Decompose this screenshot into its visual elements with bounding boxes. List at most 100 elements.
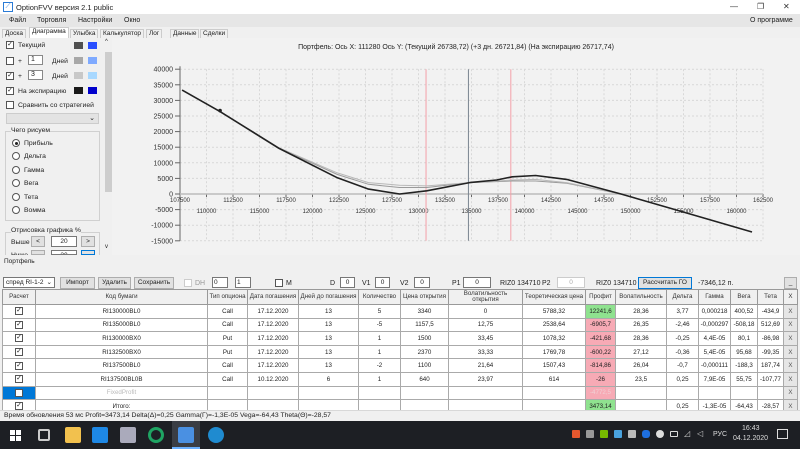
scroll-down-icon[interactable]: v [105,244,108,250]
d-input[interactable]: 0 [340,277,355,288]
tab-smile[interactable]: Улыбка [70,29,99,38]
tray-app-icon[interactable] [628,430,636,438]
clock-time[interactable]: 16:43 [742,425,760,432]
qlik-icon[interactable] [148,427,164,443]
delete-row-button[interactable]: X [783,385,798,401]
spin2-input[interactable]: 1 [235,277,251,288]
column-header[interactable]: Код бумаги [35,289,208,305]
dh-checkbox[interactable] [184,279,192,287]
column-header[interactable]: Гамма [698,289,731,305]
plus3-checkbox[interactable]: ✓ [6,72,14,80]
delete-row-button[interactable]: X [783,331,798,346]
radio-gamma[interactable] [12,166,20,174]
table-row[interactable]: ✓ RI137500BL0 Call 17.12.2020 13 -2 1100 21,64 1… [2,358,798,373]
scrollbar-thumb[interactable] [105,52,112,192]
column-header[interactable]: Количество [358,289,401,305]
column-header[interactable]: Волатильность [615,289,667,305]
radio-theta[interactable] [12,193,20,201]
color-swatch[interactable] [88,42,97,49]
maximize-icon[interactable]: ❐ [757,2,764,11]
color-swatch[interactable] [74,42,83,49]
delete-row-button[interactable]: X [783,358,798,373]
menu-file[interactable]: Файл [9,17,26,24]
calc-checkbox[interactable]: ✓ [15,375,23,384]
days3-input[interactable]: 3 [28,70,43,80]
column-header[interactable]: Теоретическая цена [522,289,586,305]
color-swatch[interactable] [88,87,97,94]
delete-button[interactable]: Удалить [98,277,131,289]
tray-app-icon[interactable] [586,430,594,438]
calc-checkbox[interactable] [15,388,23,397]
delete-row-button[interactable]: X [783,304,798,319]
tab-deals[interactable]: Сделки [200,29,229,38]
radio-delta[interactable] [12,152,20,160]
mail-icon[interactable] [92,427,108,443]
radio-vega[interactable] [12,179,20,187]
strategy-select[interactable]: ⌄ [6,113,99,124]
above-input[interactable]: 20 [51,236,77,247]
calc-checkbox[interactable]: ✓ [15,361,23,370]
ccleaner-icon[interactable] [572,430,580,438]
menu-window[interactable]: Окно [124,17,140,24]
column-header[interactable]: Профит [585,289,616,305]
tab-data[interactable]: Данные [170,29,200,38]
volume-icon[interactable]: ◁ [697,429,703,438]
file-explorer-icon[interactable] [65,427,81,443]
table-row[interactable]: ✓ RI130000BX0 Put 17.12.2020 13 1 1500 33,45 107… [2,331,798,346]
table-row[interactable]: ✓ RI135000BL0 Call 17.12.2020 13 -5 1157,5 12,7… [2,317,798,333]
column-header[interactable]: Цена открытия [400,289,449,305]
expiration-checkbox[interactable]: ✓ [6,87,14,95]
color-swatch[interactable] [88,57,97,64]
color-swatch[interactable] [74,57,83,64]
radio-profit[interactable] [12,139,20,147]
days1-input[interactable]: 1 [28,55,43,65]
app-icon[interactable] [120,427,136,443]
radio-vomma[interactable] [12,206,20,214]
security-icon[interactable] [656,430,664,438]
wifi-icon[interactable]: ◿ [684,429,690,438]
table-row[interactable]: ✓ RI137500BL0B Call 10.12.2020 6 1 640 23,97 614… [2,371,798,387]
delete-row-button[interactable]: X [783,317,798,333]
column-header[interactable]: X [783,289,798,305]
calculate-go-button[interactable]: Рассчитать ГО [638,277,692,289]
menu-trading[interactable]: Торговля [37,17,66,24]
menu-about[interactable]: О программе [750,17,793,24]
import-button[interactable]: Импорт [60,277,95,289]
strategy-select[interactable]: спред RI-1-2 ⌄ [3,277,55,288]
tab-log[interactable]: Лог [146,29,163,38]
minimize-panel-button[interactable]: _ [784,277,797,289]
calc-checkbox[interactable]: ✓ [15,307,23,316]
color-swatch[interactable] [74,72,83,79]
column-header[interactable]: Вега [730,289,758,305]
color-swatch[interactable] [88,72,97,79]
task-view-icon[interactable] [38,429,50,441]
column-header[interactable]: Расчет [2,289,36,305]
calc-checkbox[interactable]: ✓ [15,320,23,329]
optionfvv-taskbar-button[interactable] [172,421,200,449]
bluetooth-icon[interactable] [642,430,650,438]
v2-input[interactable]: 0 [414,277,430,288]
above-increase-button[interactable]: > [81,236,95,247]
plus1-checkbox[interactable] [6,57,14,65]
p2-input[interactable]: 0 [557,277,585,288]
delete-row-button[interactable]: X [783,371,798,387]
close-icon[interactable]: ✕ [783,2,790,11]
current-checkbox[interactable]: ✓ [6,41,14,49]
tab-calculator[interactable]: Калькулятор [100,29,145,38]
compare-checkbox[interactable] [6,101,14,109]
v1-input[interactable]: 0 [375,277,390,288]
table-row[interactable]: ✓ RI130000BL0 Call 17.12.2020 13 5 3340 0 5788,3… [2,304,798,319]
spin1-input[interactable]: 0 [212,277,228,288]
column-header[interactable]: Дельта [666,289,699,305]
p1-input[interactable]: 0 [463,277,491,288]
profit-chart[interactable]: Портфель: Ось X: 111280 Ось Y: (Текущий … [112,38,800,255]
column-header[interactable]: Волатильность открытия [448,289,523,305]
notifications-icon[interactable] [777,429,788,439]
tray-app-icon[interactable] [614,430,622,438]
column-header[interactable]: Тета [757,289,784,305]
minimize-icon[interactable]: — [730,2,738,11]
m-checkbox[interactable] [275,279,283,287]
above-decrease-button[interactable]: < [31,236,45,247]
tab-board[interactable]: Доска [2,29,26,38]
clock-date[interactable]: 04.12.2020 [733,435,768,442]
